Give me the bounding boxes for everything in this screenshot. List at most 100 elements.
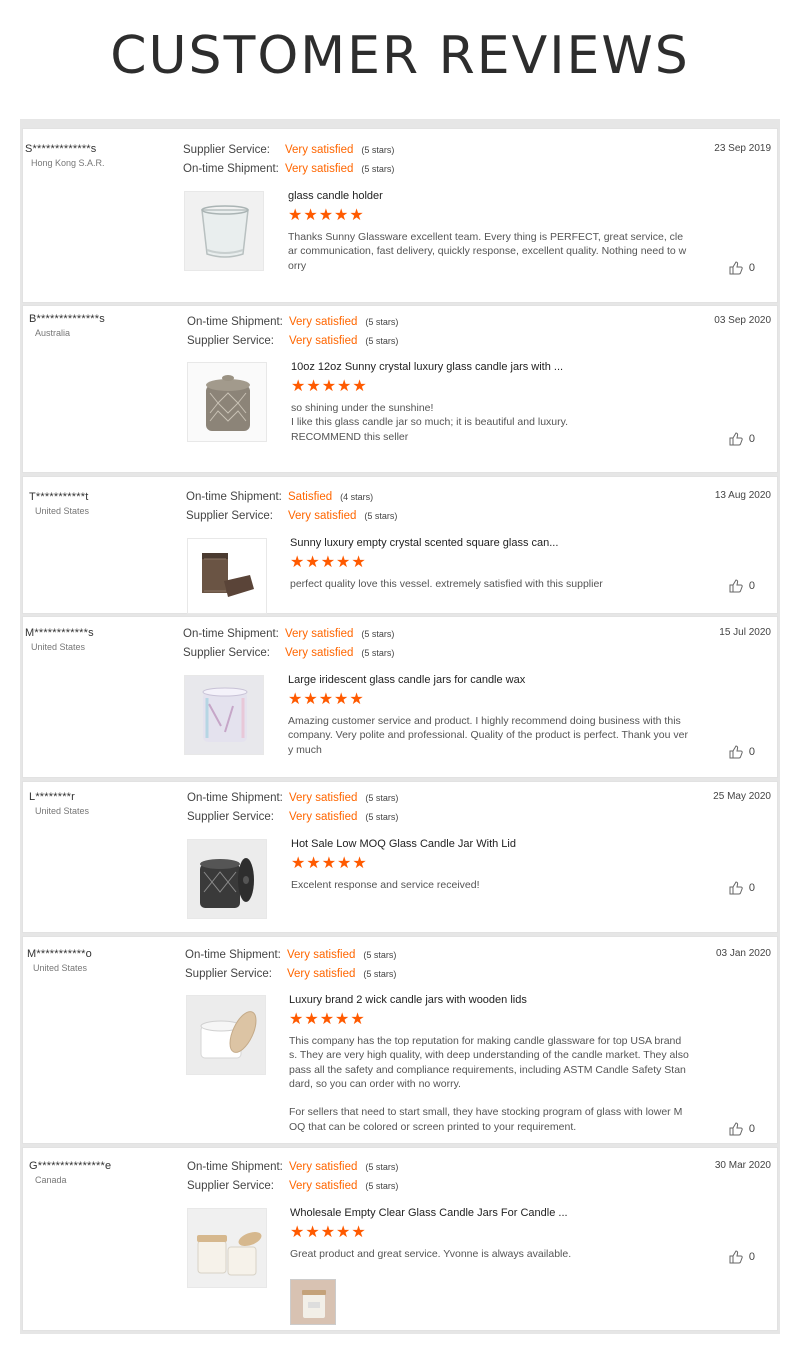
review-content: Sunny luxury empty crystal scented squar… bbox=[290, 537, 690, 591]
product-image[interactable] bbox=[187, 362, 267, 442]
rating-row: On-time Shipment: Satisfied (4 stars) bbox=[186, 487, 397, 506]
rating-stars: (5 stars) bbox=[365, 1161, 399, 1172]
star-rating: ★★★★★ bbox=[288, 207, 365, 224]
like-button[interactable]: 0 bbox=[729, 579, 755, 593]
product-image[interactable] bbox=[187, 1208, 267, 1288]
rating-stars: (5 stars) bbox=[361, 163, 395, 174]
reviewer-name: B**************s bbox=[29, 313, 105, 325]
review-card: G***************e Canada On-time Shipmen… bbox=[22, 1147, 778, 1331]
clear-jars-wood-lid-icon bbox=[188, 1209, 266, 1287]
reviewer-info: G***************e Canada bbox=[29, 1160, 111, 1185]
product-name[interactable]: Large iridescent glass candle jars for c… bbox=[288, 674, 688, 686]
reviewer-name: M***********o bbox=[27, 948, 92, 960]
review-comment: This company has the top reputation for … bbox=[289, 1035, 689, 1133]
rating-value: Very satisfied bbox=[289, 334, 358, 347]
rating-value: Very satisfied bbox=[285, 143, 354, 156]
rating-label: On-time Shipment: bbox=[187, 791, 283, 804]
reviewer-country: Hong Kong S.A.R. bbox=[31, 158, 105, 168]
ratings: On-time Shipment: Very satisfied (5 star… bbox=[183, 624, 394, 662]
like-count: 0 bbox=[748, 580, 755, 592]
reviewer-name: M************s bbox=[25, 627, 94, 639]
reviewer-country: United States bbox=[35, 806, 90, 816]
rating-row: Supplier Service: Very satisfied (5 star… bbox=[187, 331, 398, 350]
reviewer-country: Canada bbox=[35, 1175, 67, 1185]
review-comment: Excelent response and service received! bbox=[291, 879, 480, 891]
like-count: 0 bbox=[748, 433, 755, 445]
like-count: 0 bbox=[748, 746, 755, 758]
product-name[interactable]: 10oz 12oz Sunny crystal luxury glass can… bbox=[291, 361, 691, 373]
reviewer-name: S*************s bbox=[25, 143, 97, 155]
product-image[interactable] bbox=[184, 191, 264, 271]
reviewer-country: United States bbox=[35, 506, 90, 516]
review-comment: Amazing customer service and product. I … bbox=[288, 715, 688, 756]
product-image[interactable] bbox=[187, 538, 267, 614]
reviewer-name: L********r bbox=[29, 791, 76, 803]
rating-label: Supplier Service: bbox=[187, 334, 274, 347]
rating-stars: (5 stars) bbox=[365, 316, 399, 327]
product-name[interactable]: Wholesale Empty Clear Glass Candle Jars … bbox=[290, 1207, 690, 1219]
rating-value: Very satisfied bbox=[289, 791, 358, 804]
review-date: 03 Jan 2020 bbox=[715, 948, 771, 959]
review-content: glass candle holder ★★★★★ Thanks Sunny G… bbox=[288, 190, 688, 273]
product-image[interactable] bbox=[186, 995, 266, 1075]
rating-value: Very satisfied bbox=[285, 162, 354, 175]
review-content: Large iridescent glass candle jars for c… bbox=[288, 674, 688, 757]
rating-label: Supplier Service: bbox=[185, 967, 272, 980]
rating-label: Supplier Service: bbox=[183, 646, 270, 659]
thumbs-up-icon bbox=[729, 881, 743, 895]
review-date: 30 Mar 2020 bbox=[714, 1160, 771, 1171]
thumbs-up-icon bbox=[729, 432, 743, 446]
ratings: On-time Shipment: Very satisfied (5 star… bbox=[185, 945, 396, 983]
star-rating: ★★★★★ bbox=[289, 1011, 366, 1028]
rating-label: On-time Shipment: bbox=[183, 627, 279, 640]
rating-value: Very satisfied bbox=[289, 1179, 358, 1192]
rating-stars: (5 stars) bbox=[365, 811, 399, 822]
review-card: B**************s Australia On-time Shipm… bbox=[22, 305, 778, 473]
product-name[interactable]: glass candle holder bbox=[288, 190, 688, 202]
like-button[interactable]: 0 bbox=[729, 745, 755, 759]
review-content: Wholesale Empty Clear Glass Candle Jars … bbox=[290, 1207, 690, 1261]
like-button[interactable]: 0 bbox=[729, 1122, 755, 1136]
rating-row: Supplier Service: Very satisfied (5 star… bbox=[183, 140, 394, 159]
like-button[interactable]: 0 bbox=[729, 261, 755, 275]
rating-label: On-time Shipment: bbox=[185, 948, 281, 961]
product-name[interactable]: Sunny luxury empty crystal scented squar… bbox=[290, 537, 690, 549]
review-card: S*************s Hong Kong S.A.R. Supplie… bbox=[22, 128, 778, 303]
rating-label: Supplier Service: bbox=[183, 143, 270, 156]
rating-row: On-time Shipment: Very satisfied (5 star… bbox=[187, 1157, 398, 1176]
review-date: 25 May 2020 bbox=[713, 791, 771, 802]
thumbs-up-icon bbox=[729, 579, 743, 593]
iridescent-jar-icon bbox=[185, 676, 263, 754]
review-content: 10oz 12oz Sunny crystal luxury glass can… bbox=[291, 361, 691, 444]
rating-stars: (4 stars) bbox=[340, 491, 374, 502]
crystal-jar-icon bbox=[188, 363, 266, 441]
photo-jar-icon bbox=[291, 1280, 335, 1324]
product-image[interactable] bbox=[187, 839, 267, 919]
review-comment: so shining under the sunshine! I like th… bbox=[291, 402, 569, 443]
product-image[interactable] bbox=[184, 675, 264, 755]
rating-label: Supplier Service: bbox=[187, 810, 274, 823]
review-photo[interactable] bbox=[290, 1279, 336, 1325]
reviewer-name: G***************e bbox=[29, 1160, 112, 1172]
ratings: On-time Shipment: Satisfied (4 stars) Su… bbox=[186, 487, 397, 525]
rating-stars: (5 stars) bbox=[365, 1180, 399, 1191]
like-button[interactable]: 0 bbox=[729, 881, 755, 895]
star-rating: ★★★★★ bbox=[291, 378, 368, 395]
rating-row: Supplier Service: Very satisfied (5 star… bbox=[185, 964, 396, 983]
review-card: M***********o United States On-time Ship… bbox=[22, 936, 778, 1144]
like-count: 0 bbox=[748, 882, 755, 894]
ratings: On-time Shipment: Very satisfied (5 star… bbox=[187, 312, 398, 350]
rating-row: Supplier Service: Very satisfied (5 star… bbox=[187, 807, 398, 826]
white-jar-wood-lid-icon bbox=[187, 996, 265, 1074]
rating-value: Very satisfied bbox=[288, 509, 357, 522]
rating-label: Supplier Service: bbox=[187, 1179, 274, 1192]
product-name[interactable]: Luxury brand 2 wick candle jars with woo… bbox=[289, 994, 689, 1006]
rating-stars: (5 stars) bbox=[364, 510, 398, 521]
product-name[interactable]: Hot Sale Low MOQ Glass Candle Jar With L… bbox=[291, 838, 691, 850]
like-button[interactable]: 0 bbox=[729, 1250, 755, 1264]
like-button[interactable]: 0 bbox=[729, 432, 755, 446]
rating-value: Very satisfied bbox=[287, 948, 356, 961]
page-title: CUSTOMER REVIEWS bbox=[110, 26, 690, 86]
review-comment: Thanks Sunny Glassware excellent team. E… bbox=[288, 231, 687, 272]
rating-stars: (5 stars) bbox=[365, 792, 399, 803]
